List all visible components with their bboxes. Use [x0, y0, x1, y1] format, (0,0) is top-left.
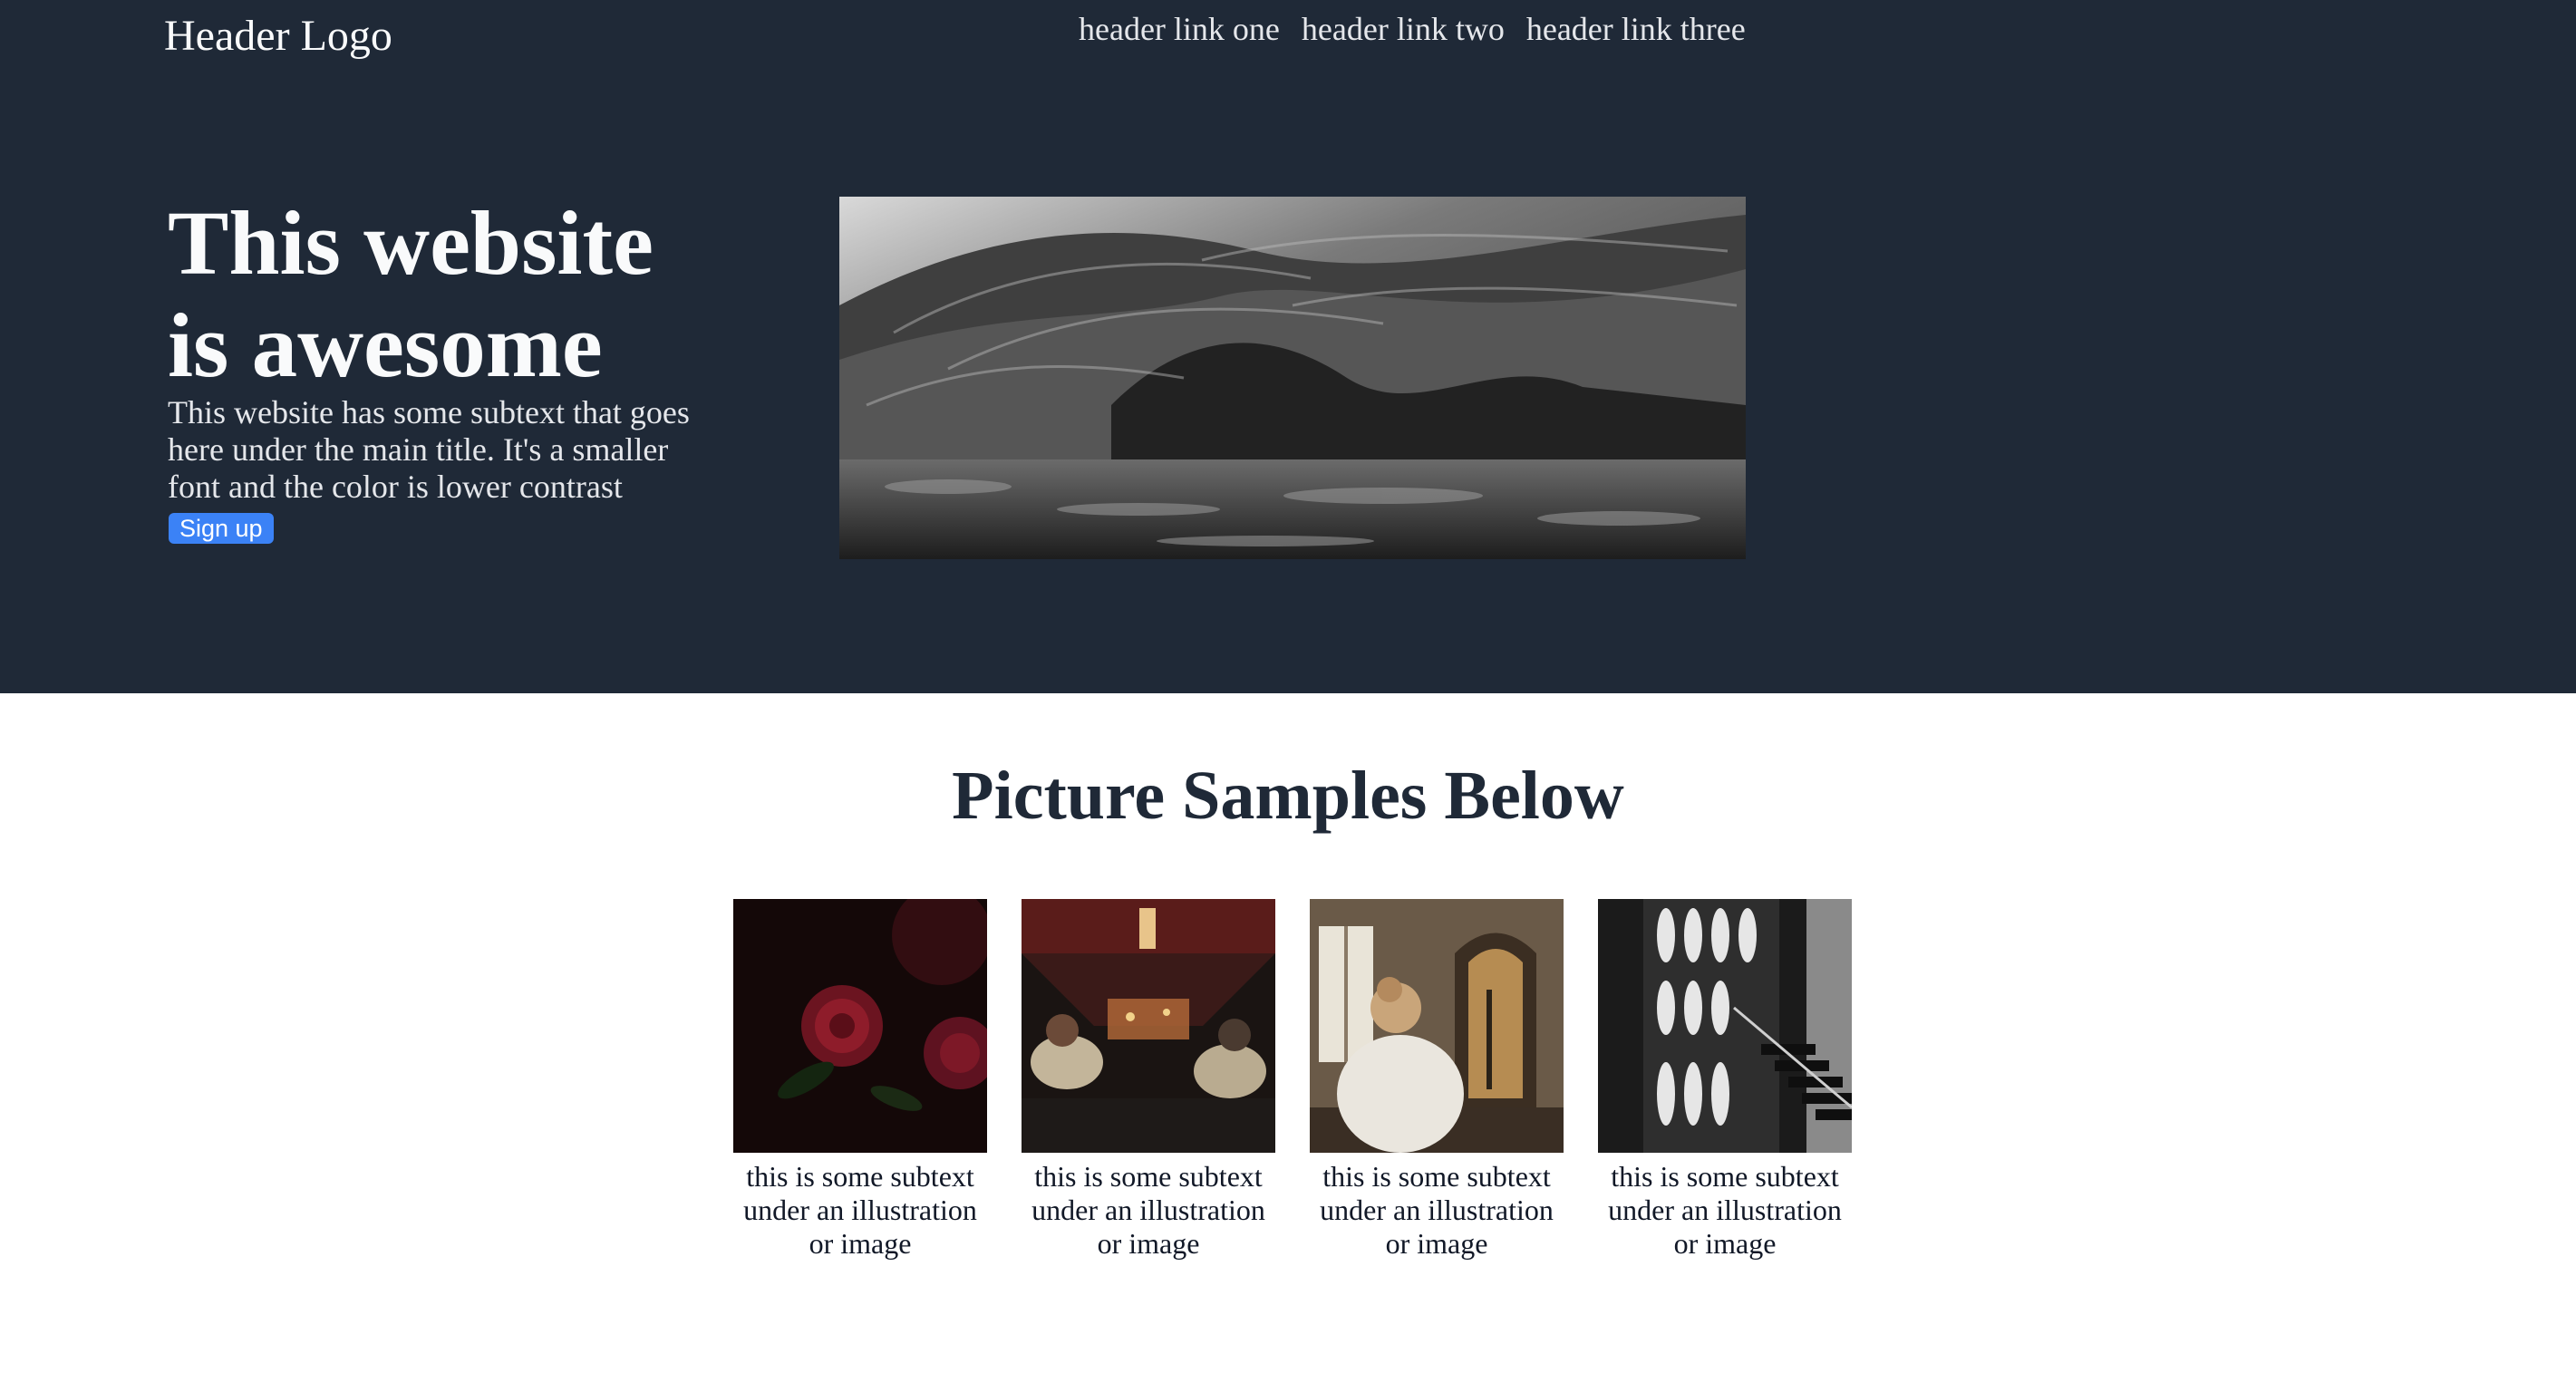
picture-samples: this is some subtext under an illustrati… — [733, 899, 1852, 1261]
sample-card[interactable]: this is some subtext under an illustrati… — [1310, 899, 1564, 1261]
hero-section: Header Logo header link one header link … — [0, 0, 2576, 693]
samples-heading: Picture Samples Below — [952, 758, 1624, 834]
header-link-two[interactable]: header link two — [1302, 7, 1505, 51]
header-link-one[interactable]: header link one — [1079, 7, 1280, 51]
staircase-image — [1598, 899, 1852, 1153]
hero-subtext: This website has some subtext that goes … — [168, 394, 690, 505]
sample-card[interactable]: this is some subtext under an illustrati… — [1022, 899, 1275, 1261]
sample-card[interactable]: this is some subtext under an illustrati… — [1598, 899, 1852, 1261]
header-link-three[interactable]: header link three — [1526, 7, 1746, 51]
card-caption: this is some subtext under an illustrati… — [743, 1160, 977, 1260]
card-caption: this is some subtext under an illustrati… — [1320, 1160, 1554, 1260]
card-caption: this is some subtext under an illustrati… — [1031, 1160, 1265, 1260]
signup-button[interactable]: Sign up — [169, 513, 274, 544]
hero-rock-image — [839, 197, 1746, 559]
hero-title: This website is awesome — [168, 192, 654, 396]
woman-interior-image — [1310, 899, 1564, 1153]
roses-image — [733, 899, 987, 1153]
sample-card[interactable]: this is some subtext under an illustrati… — [733, 899, 987, 1261]
bus-interior-image — [1022, 899, 1275, 1153]
card-caption: this is some subtext under an illustrati… — [1608, 1160, 1842, 1260]
header-nav: header link one header link two header l… — [1079, 7, 1746, 51]
header-logo[interactable]: Header Logo — [164, 7, 392, 65]
